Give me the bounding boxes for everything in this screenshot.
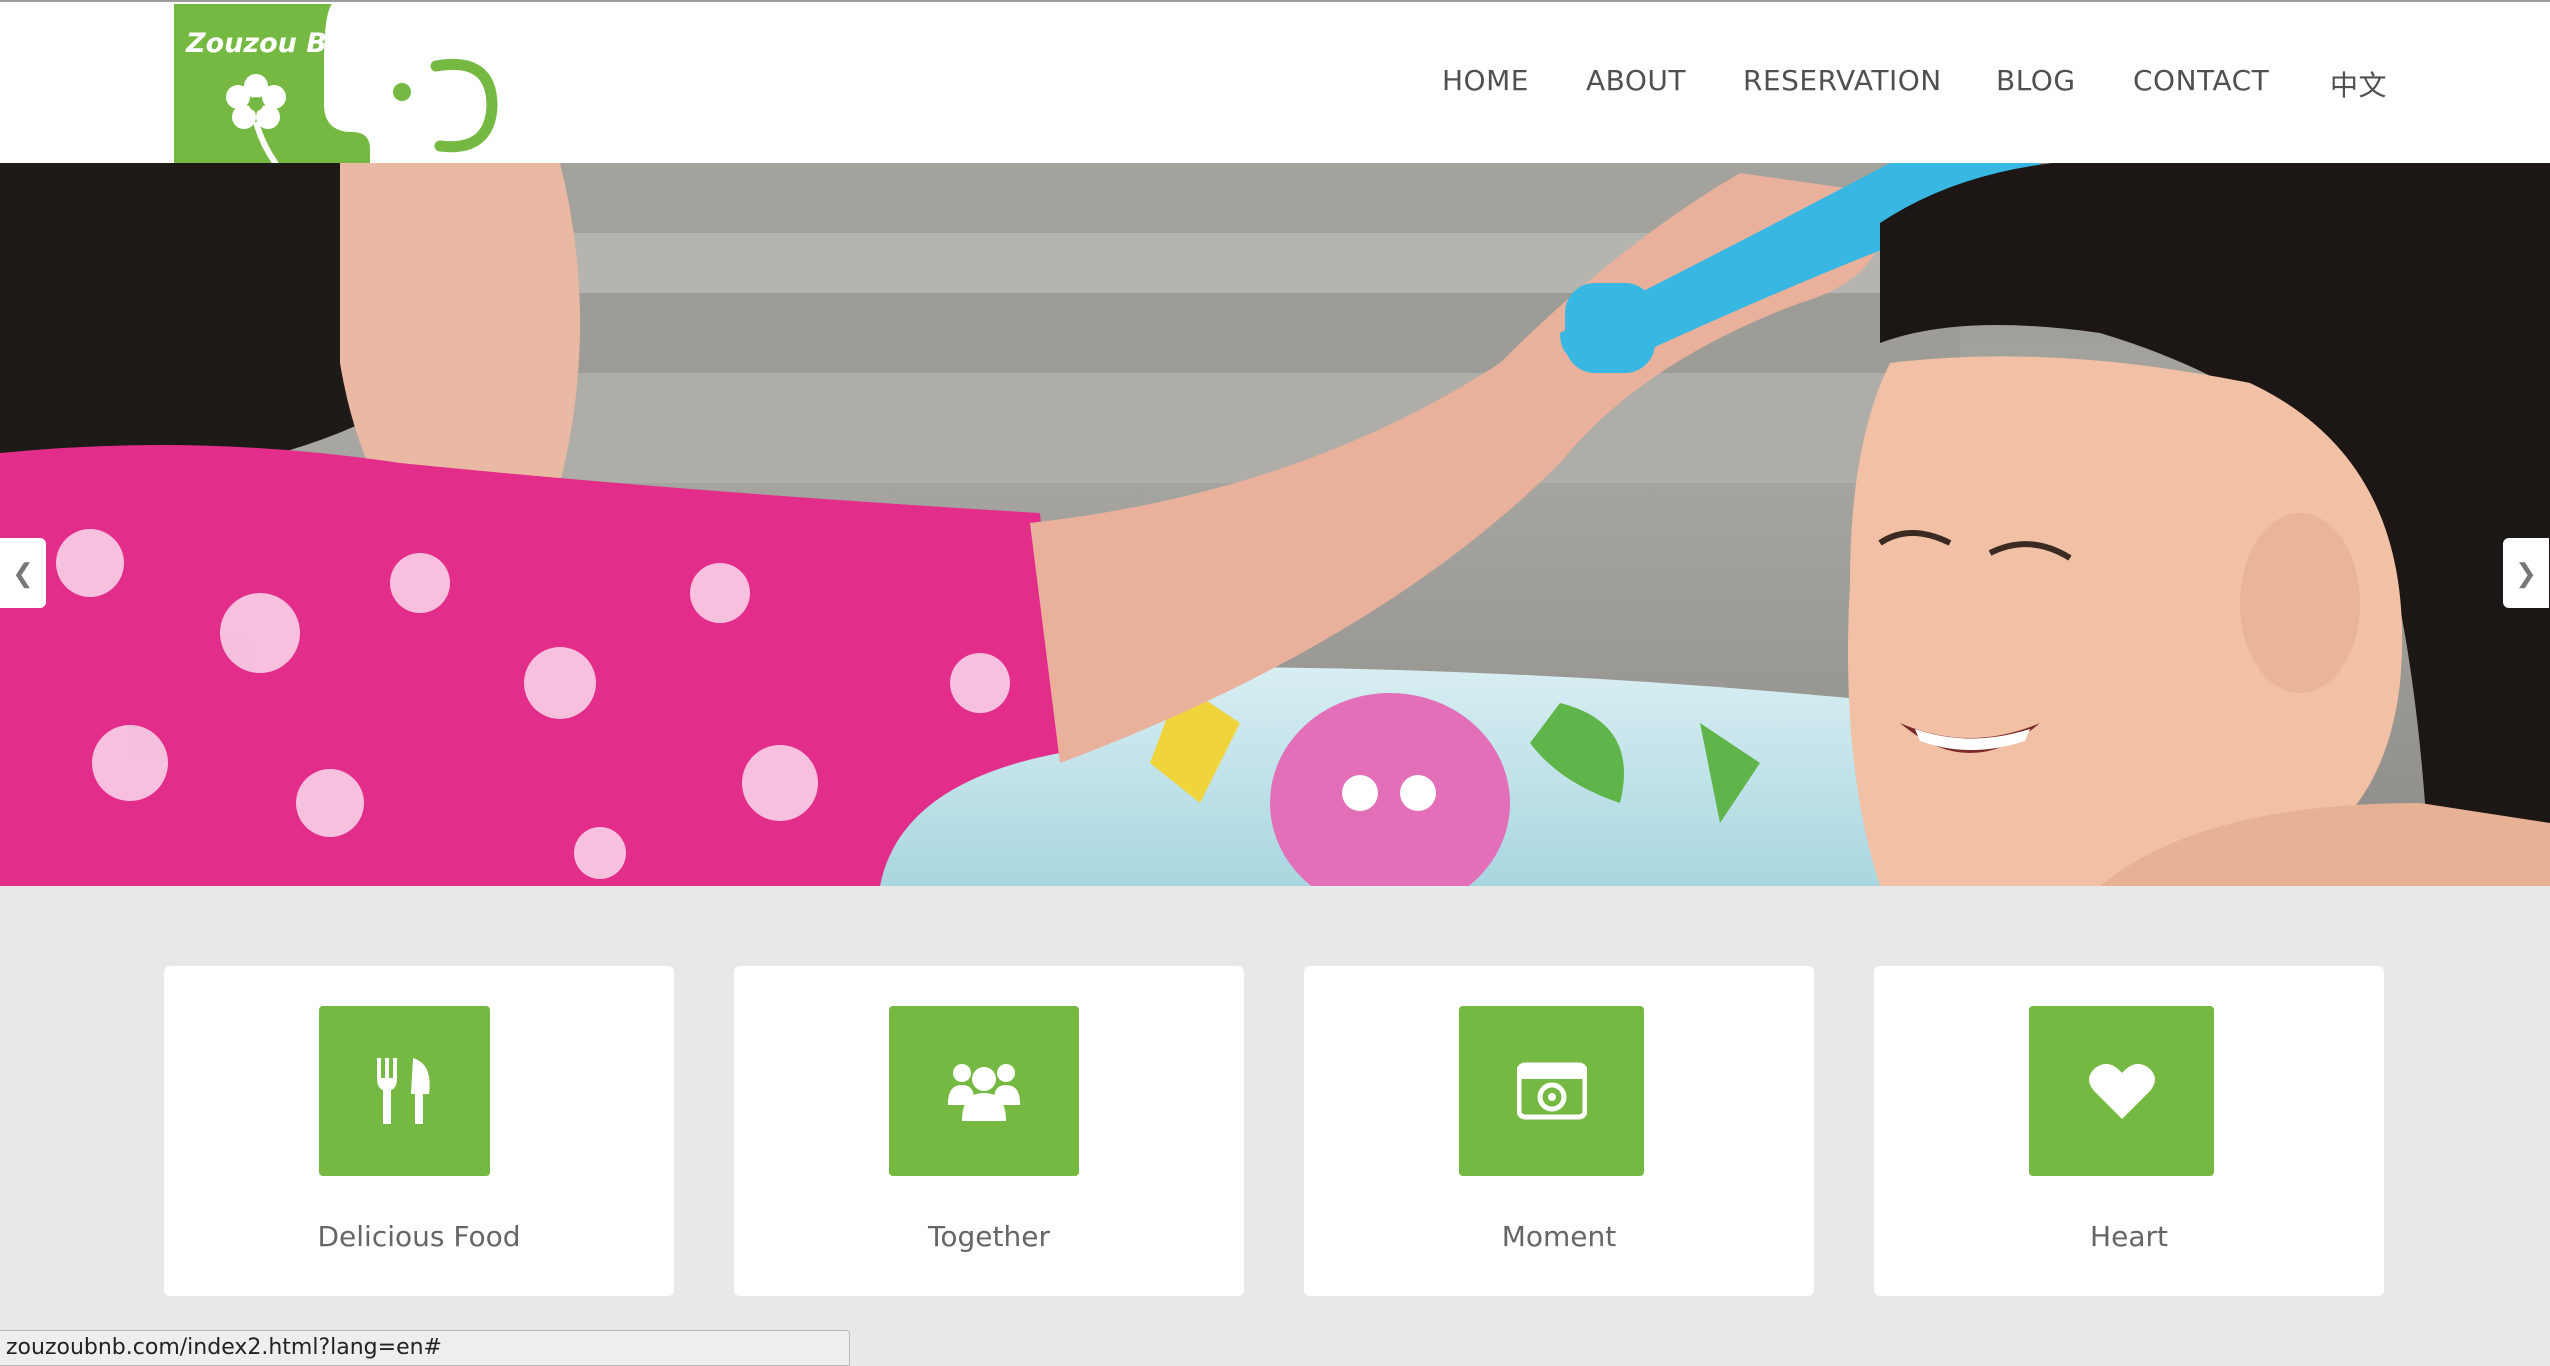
hero-slider: ❮ ❯ <box>0 163 2550 886</box>
camera-icon <box>1459 1006 1644 1176</box>
svg-text:Zouzou B&B: Zouzou B&B <box>185 28 371 59</box>
page: Zouzou B&B HOME ABOUT RESERVATION BLOG C… <box>0 0 2550 1366</box>
fork-knife-icon <box>319 1006 490 1176</box>
group-icon <box>889 1006 1079 1176</box>
feature-label: Heart <box>2090 1220 2168 1253</box>
main-nav: HOME ABOUT RESERVATION BLOG CONTACT 中文 <box>0 64 2550 104</box>
feature-label: Delicious Food <box>317 1220 521 1253</box>
site-header: Zouzou B&B HOME ABOUT RESERVATION BLOG C… <box>0 0 2550 164</box>
nav-reservation[interactable]: RESERVATION <box>1743 64 1942 97</box>
feature-card-heart[interactable]: Heart <box>1874 966 2384 1296</box>
nav-blog[interactable]: BLOG <box>1996 64 2076 97</box>
slider-next-button[interactable]: ❯ <box>2503 538 2549 608</box>
browser-status-bar: zouzoubnb.com/index2.html?lang=en# <box>0 1330 850 1366</box>
heart-icon <box>2029 1006 2214 1176</box>
nav-home[interactable]: HOME <box>1442 64 1529 97</box>
feature-label: Together <box>928 1220 1050 1253</box>
slider-prev-button[interactable]: ❮ <box>0 538 46 608</box>
status-url: zouzoubnb.com/index2.html?lang=en# <box>6 1335 442 1360</box>
feature-label: Moment <box>1501 1220 1617 1253</box>
feature-card-food[interactable]: Delicious Food <box>164 966 674 1296</box>
feature-card-moment[interactable]: Moment <box>1304 966 1814 1296</box>
hero-image <box>0 163 2550 886</box>
nav-language-chinese[interactable]: 中文 <box>2330 64 2387 104</box>
nav-about[interactable]: ABOUT <box>1586 64 1686 97</box>
nav-contact[interactable]: CONTACT <box>2133 64 2269 97</box>
chevron-right-icon: ❯ <box>2515 557 2537 588</box>
chevron-left-icon: ❮ <box>12 557 34 588</box>
feature-card-together[interactable]: Together <box>734 966 1244 1296</box>
